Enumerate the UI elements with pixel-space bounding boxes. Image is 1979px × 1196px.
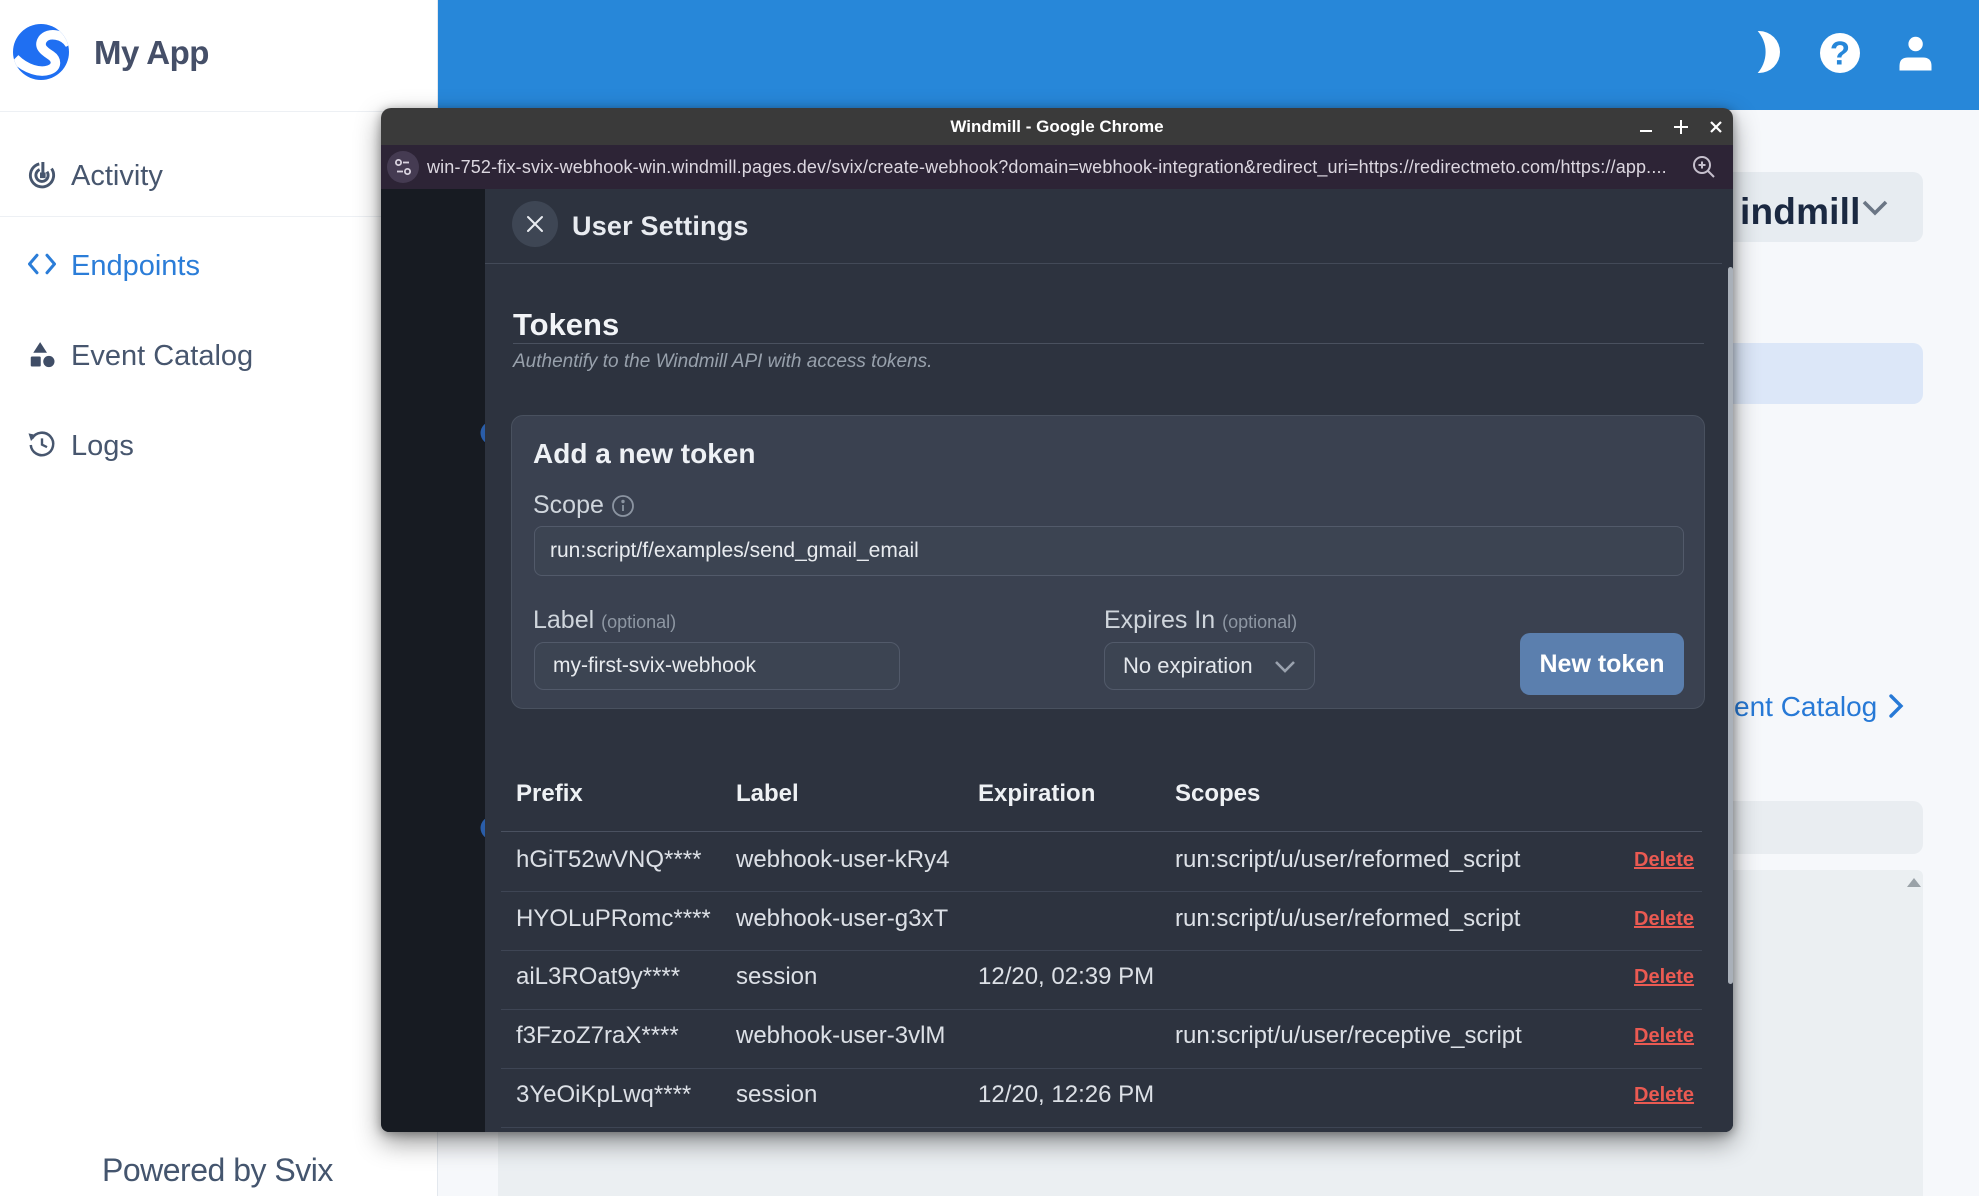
svg-text:?: ? [1830, 35, 1850, 72]
